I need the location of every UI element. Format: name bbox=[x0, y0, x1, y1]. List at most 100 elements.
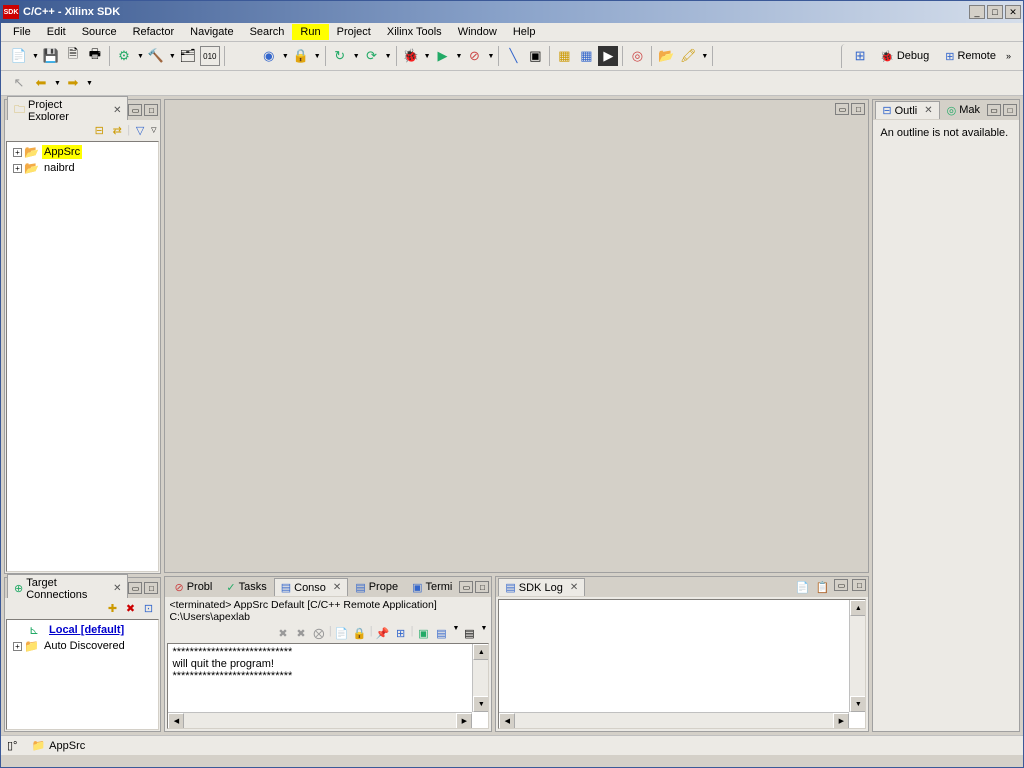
print-button[interactable]: 🖶 bbox=[85, 46, 105, 66]
terminal-tab[interactable]: ▣ Termi bbox=[405, 578, 459, 597]
sdk-button[interactable]: ⚙ bbox=[114, 46, 134, 66]
scroll-up-button[interactable]: ▲ bbox=[473, 644, 489, 660]
menu-edit[interactable]: Edit bbox=[39, 24, 74, 40]
expand-icon[interactable]: + bbox=[13, 164, 22, 173]
expand-icon[interactable]: + bbox=[13, 642, 22, 651]
status-indicator[interactable]: ▯° bbox=[7, 739, 17, 752]
menu-run[interactable]: Run bbox=[292, 24, 328, 40]
horizontal-scrollbar[interactable]: ◀ ▶ bbox=[168, 712, 472, 728]
marker-button[interactable]: 🖍 bbox=[678, 46, 698, 66]
close-button[interactable]: ✕ bbox=[1005, 5, 1021, 19]
display-button[interactable]: ⊞ bbox=[393, 625, 409, 641]
forward-button[interactable]: ➡ bbox=[63, 73, 83, 93]
monitor-button[interactable]: ▶ bbox=[598, 46, 618, 66]
dropdown-arrow-icon[interactable]: ▼ bbox=[453, 625, 460, 641]
new-button[interactable]: 📄 bbox=[9, 46, 29, 66]
open-console-button[interactable]: ▣ bbox=[416, 625, 432, 641]
run-button[interactable]: ▶ bbox=[433, 46, 453, 66]
wand-button[interactable]: ╲ bbox=[503, 46, 523, 66]
scroll-down-button[interactable]: ▼ bbox=[473, 696, 489, 712]
dropdown-arrow-icon[interactable]: ▼ bbox=[169, 53, 176, 60]
tree-item-local[interactable]: ⊾ Local [default] bbox=[9, 622, 156, 638]
scroll-left-button[interactable]: ◀ bbox=[499, 713, 515, 729]
build-button[interactable]: 🔨 bbox=[146, 46, 166, 66]
close-tab-icon[interactable]: ✕ bbox=[333, 582, 341, 593]
maximize-panel-button[interactable]: □ bbox=[144, 104, 158, 116]
menu-refactor[interactable]: Refactor bbox=[125, 24, 183, 40]
dropdown-arrow-icon[interactable]: ▼ bbox=[480, 625, 487, 641]
minimize-panel-button[interactable]: ▭ bbox=[834, 579, 848, 591]
dropdown-arrow-icon[interactable]: ▼ bbox=[282, 53, 289, 60]
run-last-button[interactable]: ⊘ bbox=[464, 46, 484, 66]
tree-item-auto-discovered[interactable]: + 📁 Auto Discovered bbox=[9, 638, 156, 654]
view-menu-icon[interactable]: ▽ bbox=[151, 126, 156, 134]
dropdown-arrow-icon[interactable]: ▼ bbox=[385, 53, 392, 60]
terminal-button[interactable]: ▣ bbox=[525, 46, 545, 66]
console-tab[interactable]: ▤ Conso ✕ bbox=[274, 578, 349, 596]
new-console-button[interactable]: ▤ bbox=[434, 625, 450, 641]
collapse-all-button[interactable]: ⊟ bbox=[91, 122, 107, 138]
tasks-tab[interactable]: ✓ Tasks bbox=[219, 578, 273, 597]
scroll-right-button[interactable]: ▶ bbox=[833, 713, 849, 729]
dropdown-arrow-icon[interactable]: ▼ bbox=[54, 80, 61, 87]
remote-perspective-button[interactable]: ⊞ Remote bbox=[939, 48, 1002, 65]
tree-label-naibrd[interactable]: naibrd bbox=[42, 161, 77, 175]
more-perspectives-icon[interactable]: » bbox=[1006, 51, 1011, 61]
dropdown-arrow-icon[interactable]: ▼ bbox=[701, 53, 708, 60]
close-tab-icon[interactable]: ✕ bbox=[570, 582, 578, 593]
maximize-button[interactable]: □ bbox=[987, 5, 1003, 19]
minimize-panel-button[interactable]: ▭ bbox=[987, 104, 1001, 116]
menu-project[interactable]: Project bbox=[329, 24, 379, 40]
vertical-scrollbar[interactable]: ▲ ▼ bbox=[472, 644, 488, 712]
maximize-panel-button[interactable]: □ bbox=[144, 582, 158, 594]
dropdown-arrow-icon[interactable]: ▼ bbox=[424, 53, 431, 60]
debug-perspective-button[interactable]: 🐞 Debug bbox=[874, 48, 935, 65]
dropdown-arrow-icon[interactable]: ▼ bbox=[456, 53, 463, 60]
tree-label-local[interactable]: Local [default] bbox=[47, 623, 126, 637]
maximize-panel-button[interactable]: □ bbox=[852, 579, 866, 591]
outline-tab[interactable]: ⊟ Outli ✕ bbox=[875, 101, 939, 119]
debug-bug-button[interactable]: 🐞 bbox=[401, 46, 421, 66]
terminate-button[interactable]: ✖ bbox=[275, 625, 291, 641]
scroll-right-button[interactable]: ▶ bbox=[456, 713, 472, 729]
close-tab-icon[interactable]: ✕ bbox=[113, 583, 121, 594]
clean-button[interactable]: 🗂 bbox=[178, 46, 198, 66]
scroll-up-button[interactable]: ▲ bbox=[850, 600, 866, 616]
vertical-scrollbar[interactable]: ▲ ▼ bbox=[849, 600, 865, 712]
menu-search[interactable]: Search bbox=[242, 24, 293, 40]
camera-button[interactable]: ◉ bbox=[259, 46, 279, 66]
dropdown-arrow-icon[interactable]: ▼ bbox=[314, 53, 321, 60]
save-button[interactable]: 💾 bbox=[41, 46, 61, 66]
scroll-down-button[interactable]: ▼ bbox=[850, 696, 866, 712]
pin-button[interactable]: 📌 bbox=[375, 625, 391, 641]
minimize-panel-button[interactable]: ▭ bbox=[128, 104, 142, 116]
menu-help[interactable]: Help bbox=[505, 24, 544, 40]
edit-connection-button[interactable]: ⊡ bbox=[140, 600, 156, 616]
problems-tab[interactable]: ⊘ Probl bbox=[167, 578, 219, 597]
tree-item-appsrc[interactable]: + 📂 AppSrc bbox=[9, 144, 156, 160]
tree-label-auto[interactable]: Auto Discovered bbox=[42, 639, 127, 653]
menu-xilinx-tools[interactable]: Xilinx Tools bbox=[379, 24, 450, 40]
dropdown-arrow-icon[interactable]: ▼ bbox=[32, 53, 39, 60]
properties-tab[interactable]: ▤ Prope bbox=[348, 578, 405, 597]
sdk-log-tab[interactable]: ▤ SDK Log ✕ bbox=[498, 578, 585, 596]
sdk-log-output[interactable]: ▲ ▼ ◀ ▶ bbox=[498, 599, 866, 729]
cursor-button[interactable]: ↖ bbox=[9, 73, 29, 93]
maximize-panel-button[interactable]: □ bbox=[851, 103, 865, 115]
menu-navigate[interactable]: Navigate bbox=[182, 24, 241, 40]
chip-button[interactable]: ▦ bbox=[554, 46, 574, 66]
lock-button[interactable]: 🔒 bbox=[291, 46, 311, 66]
minimize-panel-button[interactable]: ▭ bbox=[128, 582, 142, 594]
close-tab-icon[interactable]: ✕ bbox=[924, 105, 932, 116]
maximize-panel-button[interactable]: □ bbox=[1003, 104, 1017, 116]
remove-button[interactable]: ✖ bbox=[293, 625, 309, 641]
sync-button[interactable]: ⟳ bbox=[362, 46, 382, 66]
filter-button[interactable]: ▽ bbox=[132, 122, 148, 138]
menu-source[interactable]: Source bbox=[74, 24, 125, 40]
target-connections-tree[interactable]: ⊾ Local [default] + 📁 Auto Discovered bbox=[6, 619, 159, 730]
scroll-lock-button[interactable]: 🔒 bbox=[352, 625, 368, 641]
globe-button[interactable]: ◎ bbox=[627, 46, 647, 66]
link-editor-button[interactable]: ⇄ bbox=[109, 122, 125, 138]
export-log-button[interactable]: 📋 bbox=[814, 579, 830, 595]
horizontal-scrollbar[interactable]: ◀ ▶ bbox=[499, 712, 849, 728]
